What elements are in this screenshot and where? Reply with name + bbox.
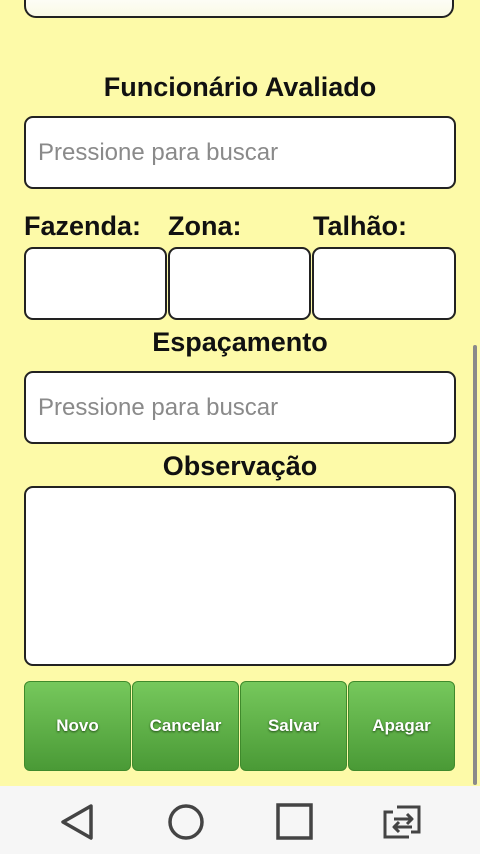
zona-label: Zona: [168, 211, 242, 241]
recents-icon[interactable] [273, 800, 317, 844]
apagar-button[interactable]: Apagar [348, 681, 455, 771]
salvar-button[interactable]: Salvar [240, 681, 347, 771]
espacamento-label: Espaçamento [152, 327, 328, 357]
zona-input[interactable] [170, 249, 309, 318]
fazenda-field[interactable] [24, 247, 167, 320]
fazenda-input[interactable] [26, 249, 165, 318]
funcionario-input[interactable] [26, 118, 454, 187]
observacao-label: Observação [162, 451, 318, 481]
fazenda-label: Fazenda: [24, 211, 142, 241]
scrollbar[interactable] [473, 345, 477, 785]
talhao-input[interactable] [314, 249, 454, 318]
switch-apps-icon[interactable] [381, 800, 425, 844]
cancelar-button[interactable]: Cancelar [132, 681, 239, 771]
home-icon[interactable] [164, 800, 208, 844]
espacamento-field[interactable] [24, 371, 456, 444]
previous-field[interactable] [24, 0, 454, 18]
zona-field[interactable] [168, 247, 311, 320]
talhao-label: Talhão: [313, 211, 407, 241]
back-icon[interactable] [55, 800, 99, 844]
funcionario-field[interactable] [24, 116, 456, 189]
navigation-bar [0, 786, 480, 854]
funcionario-label: Funcionário Avaliado [103, 72, 377, 102]
observacao-textarea[interactable] [24, 486, 456, 666]
espacamento-input[interactable] [26, 373, 454, 442]
novo-button[interactable]: Novo [24, 681, 131, 771]
talhao-field[interactable] [312, 247, 456, 320]
